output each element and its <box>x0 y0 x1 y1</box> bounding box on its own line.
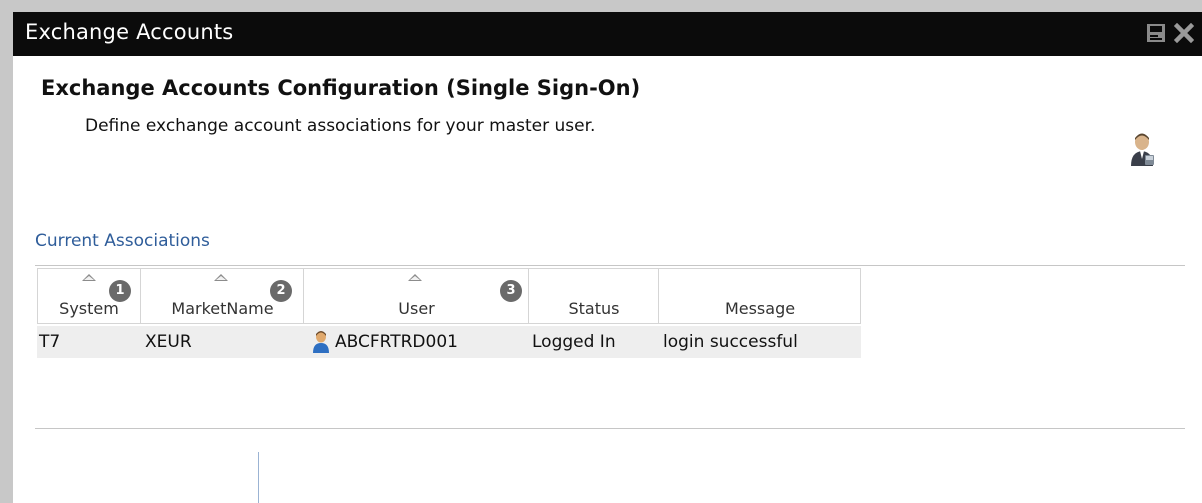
user-icon <box>312 331 330 353</box>
close-icon[interactable] <box>1173 22 1195 44</box>
section-divider <box>35 428 1185 429</box>
page-title: Exchange Accounts Configuration (Single … <box>41 76 641 100</box>
splitter-handle[interactable] <box>258 452 259 503</box>
column-header-user[interactable]: 3 User <box>304 269 529 323</box>
column-label: User <box>398 299 435 318</box>
column-label: Message <box>724 299 796 318</box>
cell-system: T7 <box>39 332 61 352</box>
window-titlebar[interactable]: Exchange Accounts <box>13 12 1202 56</box>
column-header-system[interactable]: 1 System <box>37 269 141 323</box>
column-header-message[interactable]: Message <box>659 269 861 323</box>
associations-table: 1 System 2 MarketName 3 User Status Mess… <box>37 268 861 362</box>
sort-ascending-icon <box>408 274 422 281</box>
column-header-status[interactable]: Status <box>529 269 659 323</box>
current-associations-label: Current Associations <box>35 231 210 251</box>
window-title: Exchange Accounts <box>25 20 234 44</box>
column-header-marketname[interactable]: 2 MarketName <box>141 269 304 323</box>
save-icon[interactable] <box>1146 23 1166 43</box>
cell-status: Logged In <box>532 332 616 352</box>
cell-market-name: XEUR <box>145 332 192 352</box>
table-header: 1 System 2 MarketName 3 User Status Mess… <box>37 268 861 324</box>
sort-ascending-icon <box>82 274 96 281</box>
exchange-accounts-window: Exchange Accounts Exchange Accounts Conf… <box>13 12 1202 503</box>
page-description: Define exchange account associations for… <box>85 116 596 136</box>
section-divider <box>35 265 1185 266</box>
sort-ascending-icon <box>214 274 228 281</box>
cell-message: login successful <box>663 332 798 352</box>
table-row[interactable]: T7 XEUR ABCFRTRD001 Logged In login succ… <box>37 326 861 358</box>
column-label: Status <box>568 299 620 318</box>
cell-user: ABCFRTRD001 <box>335 332 458 352</box>
column-label: MarketName <box>171 299 274 318</box>
column-label: System <box>59 299 119 318</box>
user-admin-icon <box>1129 133 1155 167</box>
